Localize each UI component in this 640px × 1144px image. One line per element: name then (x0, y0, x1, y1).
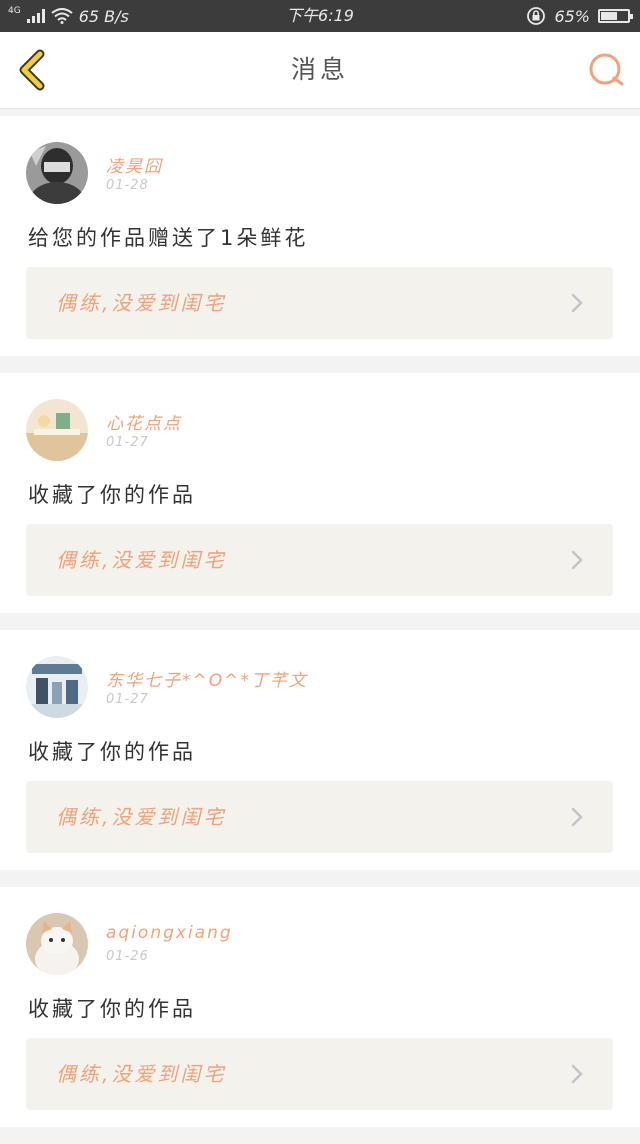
message-date: 01-27 (106, 692, 149, 707)
work-link[interactable]: 偶练,没爱到闺宅 (26, 1038, 613, 1110)
message-text: 收藏了你的作品 (28, 997, 196, 1021)
message-list: 凌昊囧 01-28 给您的作品赠送了1朵鲜花 偶练,没爱到闺宅 心花点点 01-… (0, 116, 640, 1144)
avatar[interactable] (26, 656, 88, 718)
work-title: 偶练,没爱到闺宅 (56, 291, 227, 315)
app-header: 消息 (0, 32, 640, 109)
battery-level (601, 12, 617, 20)
search-icon (589, 53, 624, 86)
chevron-right-icon (571, 550, 583, 570)
work-link[interactable]: 偶练,没爱到闺宅 (26, 524, 613, 596)
avatar[interactable] (26, 913, 88, 975)
message-card: 凌昊囧 01-28 给您的作品赠送了1朵鲜花 偶练,没爱到闺宅 (0, 116, 640, 356)
message-date: 01-28 (106, 178, 149, 193)
message-text: 给您的作品赠送了1朵鲜花 (28, 226, 309, 250)
avatar[interactable] (26, 142, 88, 204)
status-right: 65% (526, 0, 633, 32)
message-card: 东华七子*^O^*丁芊文 01-27 收藏了你的作品 偶练,没爱到闺宅 (0, 630, 640, 870)
work-title: 偶练,没爱到闺宅 (56, 1062, 227, 1086)
message-text: 收藏了你的作品 (28, 483, 196, 507)
battery-percent: 65% (554, 6, 590, 26)
status-bar: 4G 65 B/s 下午6:19 65% (0, 0, 640, 32)
rotation-lock-icon (527, 7, 546, 25)
avatar[interactable] (26, 399, 88, 461)
message-date: 01-27 (106, 435, 149, 450)
username[interactable]: 凌昊囧 (106, 152, 163, 177)
chevron-right-icon (571, 293, 583, 313)
username[interactable]: aqiongxiang (106, 923, 233, 943)
message-text: 收藏了你的作品 (28, 740, 196, 764)
page-title: 消息 (290, 55, 349, 84)
username[interactable]: 东华七子*^O^*丁芊文 (106, 666, 308, 691)
search-button[interactable] (586, 50, 626, 90)
work-title: 偶练,没爱到闺宅 (56, 548, 227, 572)
work-title: 偶练,没爱到闺宅 (56, 805, 227, 829)
work-link[interactable]: 偶练,没爱到闺宅 (26, 781, 613, 853)
work-link[interactable]: 偶练,没爱到闺宅 (26, 267, 613, 339)
chevron-right-icon (571, 807, 583, 827)
message-card: aqiongxiang 01-26 收藏了你的作品 偶练,没爱到闺宅 (0, 887, 640, 1127)
message-date: 01-26 (106, 949, 149, 964)
username[interactable]: 心花点点 (106, 409, 182, 434)
battery-icon (598, 9, 633, 23)
message-card: 心花点点 01-27 收藏了你的作品 偶练,没爱到闺宅 (0, 373, 640, 613)
chevron-right-icon (571, 1064, 583, 1084)
